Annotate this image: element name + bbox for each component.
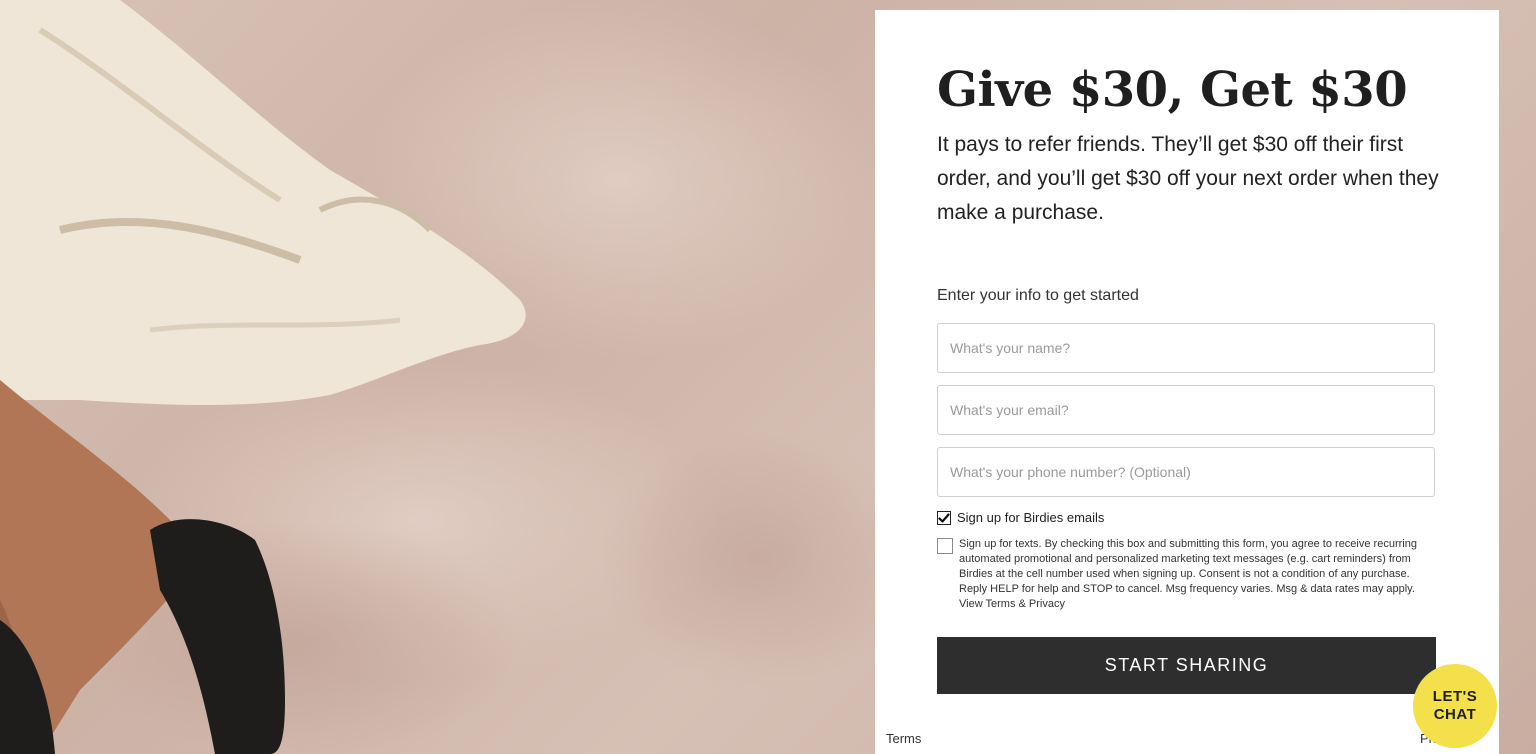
page-title: Give $30, Get $30 — [937, 62, 1408, 118]
email-input[interactable] — [937, 385, 1435, 435]
sms-optin-text: Sign up for texts. By checking this box … — [959, 538, 1417, 610]
form-label: Enter your info to get started — [937, 287, 1139, 304]
phone-input[interactable] — [937, 447, 1435, 497]
terms-link[interactable]: Terms — [886, 731, 921, 746]
email-optin-checkbox[interactable] — [937, 510, 951, 525]
name-input[interactable] — [937, 323, 1435, 373]
sms-optin-checkbox[interactable] — [937, 538, 953, 554]
checkmark-icon — [938, 512, 950, 523]
sms-optin-row: Sign up for texts. By checking this box … — [937, 537, 1437, 612]
email-optin-row: Sign up for Birdies emails — [937, 510, 1104, 525]
email-optin-label: Sign up for Birdies emails — [957, 510, 1105, 525]
chat-label: LET'S CHAT — [1432, 688, 1478, 723]
chat-button[interactable]: LET'S CHAT — [1413, 664, 1497, 748]
referral-card: Give $30, Get $30 It pays to refer frien… — [875, 10, 1499, 754]
start-sharing-button[interactable]: START SHARING — [937, 637, 1436, 694]
page-subtitle: It pays to refer friends. They’ll get $3… — [937, 133, 1439, 224]
page: Give $30, Get $30 It pays to refer frien… — [0, 0, 1536, 754]
